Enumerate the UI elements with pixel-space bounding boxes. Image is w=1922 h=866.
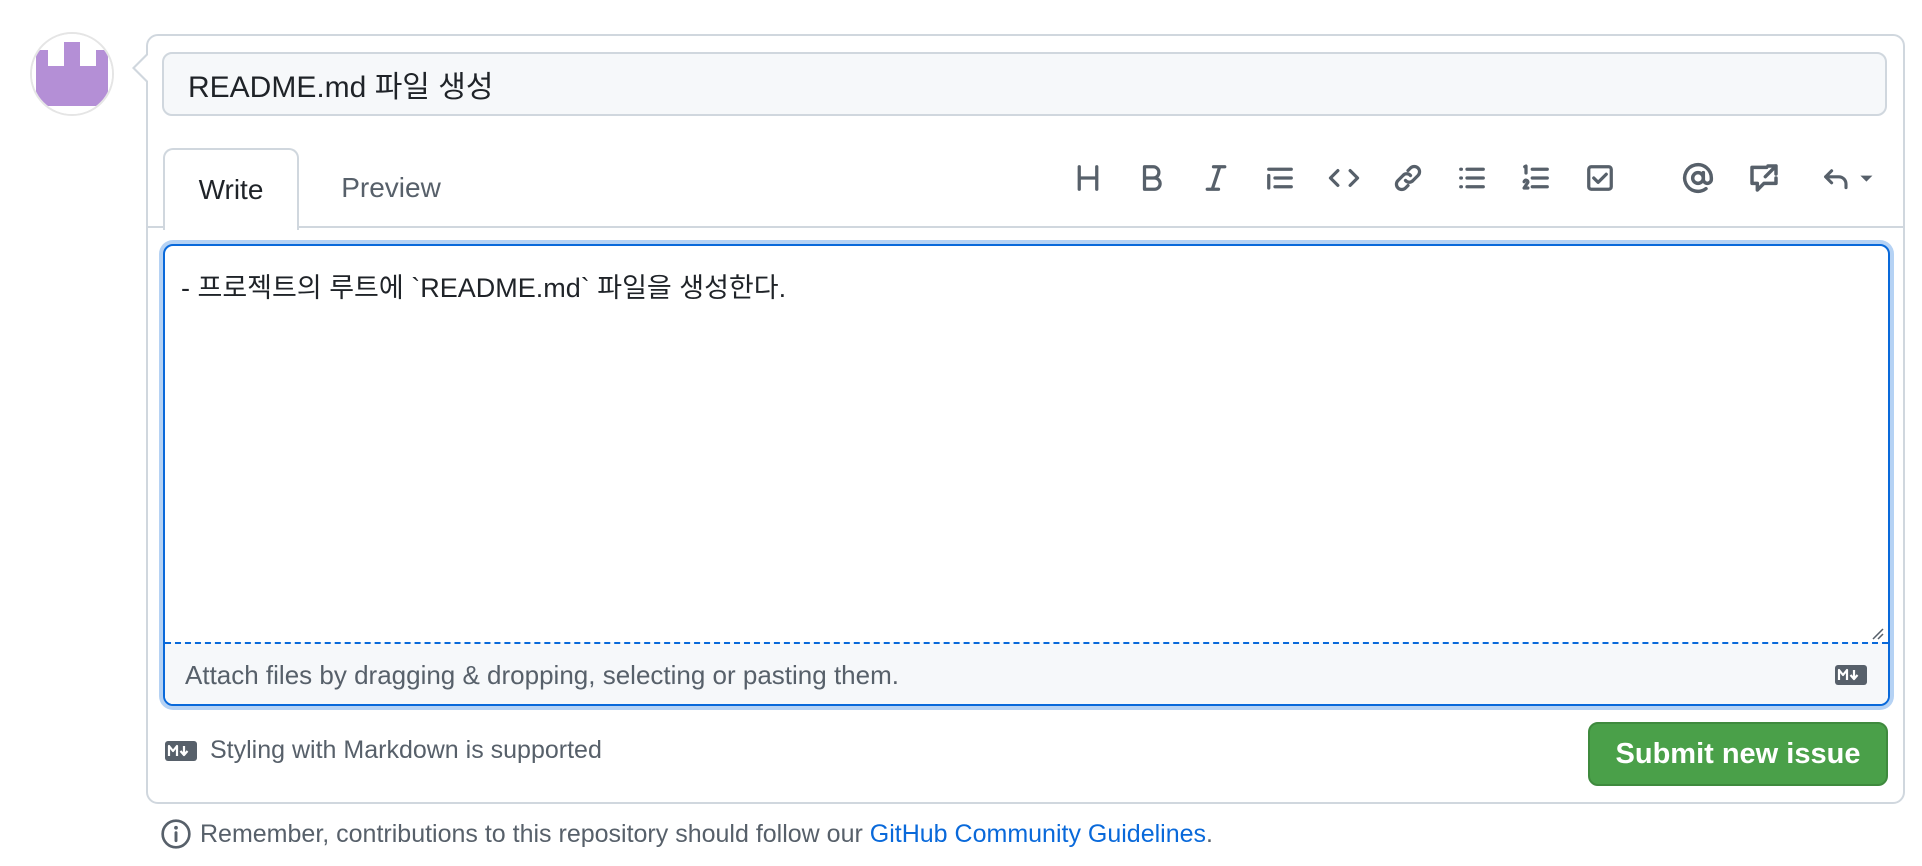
markdown-icon [165, 740, 197, 761]
attach-files-text: Attach files by dragging & dropping, sel… [185, 659, 899, 690]
markdown-support-note[interactable]: Styling with Markdown is supported [164, 736, 602, 765]
comment-editor: - 프로젝트의 루트에 `README.md` 파일을 생성한다. Attach… [163, 244, 1890, 706]
guidelines-note: Remember, contributions to this reposito… [160, 818, 1213, 850]
reference-icon[interactable] [1742, 156, 1786, 200]
attach-files-bar[interactable]: Attach files by dragging & dropping, sel… [165, 642, 1888, 704]
markdown-icon [1835, 665, 1867, 685]
heading-icon[interactable] [1066, 156, 1110, 200]
tab-preview[interactable]: Preview [320, 148, 462, 228]
tab-write[interactable]: Write [163, 148, 299, 230]
resize-handle[interactable] [1870, 626, 1884, 640]
submit-new-issue-button[interactable]: Submit new issue [1588, 722, 1888, 786]
info-icon [161, 819, 191, 849]
reply-icon[interactable] [1818, 156, 1886, 200]
issue-body-textarea[interactable]: - 프로젝트의 루트에 `README.md` 파일을 생성한다. [165, 246, 1888, 642]
unordered-list-icon[interactable] [1450, 156, 1494, 200]
community-guidelines-link[interactable]: GitHub Community Guidelines [870, 820, 1206, 848]
quote-icon[interactable] [1258, 156, 1302, 200]
issue-title-input[interactable] [162, 52, 1887, 116]
mention-icon[interactable] [1676, 156, 1720, 200]
avatar[interactable] [30, 32, 114, 116]
code-icon[interactable] [1322, 156, 1366, 200]
markdown-support-label: Styling with Markdown is supported [210, 736, 602, 764]
task-list-icon[interactable] [1578, 156, 1622, 200]
bold-icon[interactable] [1130, 156, 1174, 200]
guidelines-suffix: . [1206, 819, 1213, 848]
italic-icon[interactable] [1194, 156, 1238, 200]
link-icon[interactable] [1386, 156, 1430, 200]
guidelines-text: Remember, contributions to this reposito… [200, 819, 863, 848]
ordered-list-icon[interactable] [1514, 156, 1558, 200]
